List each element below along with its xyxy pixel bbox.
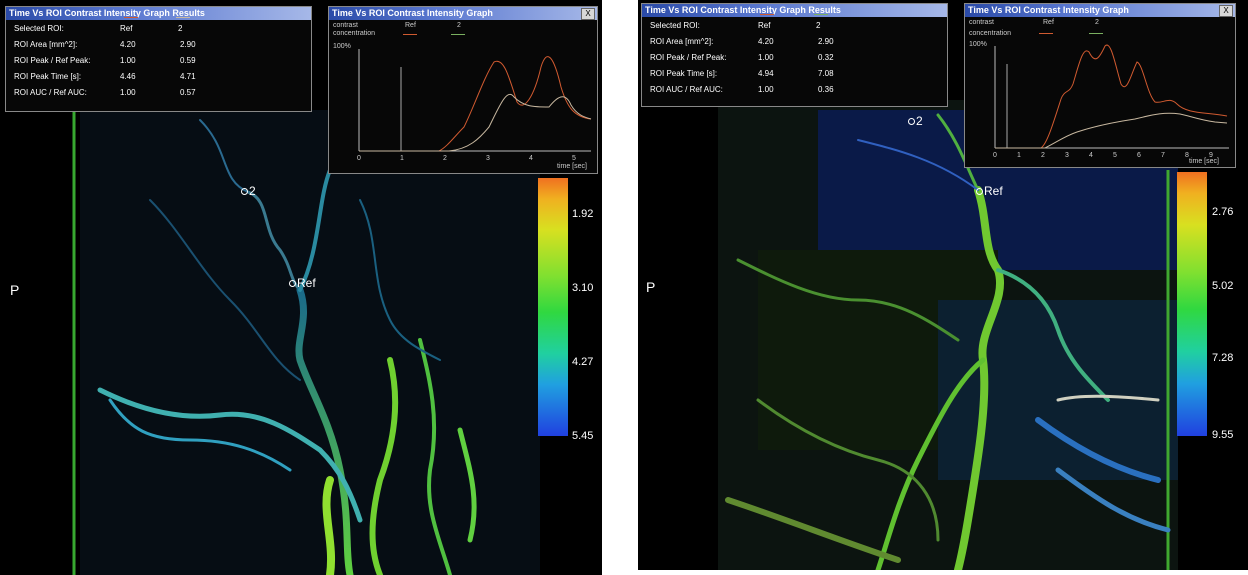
row-label: ROI Peak Time [s]: [14, 72, 82, 81]
roi-point-icon [976, 188, 983, 196]
roi-results-table: Selected ROI: Ref 2 ROI Area [mm^2]: 4.2… [642, 14, 947, 98]
results-panel-title[interactable]: Time Vs ROI Contrast Intensity Graph Res… [6, 7, 311, 20]
orientation-label: P [10, 282, 20, 298]
roi2-curve [995, 112, 1228, 149]
ref-value: 4.20 [758, 37, 774, 46]
roi-results-panel[interactable]: Time Vs ROI Contrast Intensity Graph Res… [641, 3, 948, 107]
color-scale-label: 5.02 [1212, 280, 1234, 292]
x-tick-label: 4 [1089, 152, 1093, 159]
x-tick-label: 6 [1137, 152, 1141, 159]
color-scale-label: 7.28 [1212, 352, 1234, 364]
results-panel-title[interactable]: Time Vs ROI Contrast Intensity Graph Res… [642, 4, 947, 17]
roi-point-icon [908, 118, 915, 126]
selected-roi-label: Selected ROI: [14, 24, 64, 33]
color-scale-label: 3.10 [572, 282, 594, 294]
ref-value: 1.00 [758, 85, 774, 94]
row-label: ROI Area [mm^2]: [650, 37, 714, 46]
table-row: ROI Area [mm^2]: 4.20 2.90 [6, 37, 311, 53]
x-tick-label: 2 [443, 155, 447, 162]
selected-roi-label: Selected ROI: [650, 21, 700, 30]
color-scale-bar [538, 178, 568, 436]
row-label: ROI AUC / Ref AUC: [14, 88, 87, 97]
roi-point-icon [289, 280, 296, 288]
column-ref: Ref [120, 24, 133, 33]
roi2-value: 7.08 [818, 69, 834, 78]
roi-marker-ref[interactable]: Ref [976, 184, 1003, 198]
roi2-legend-swatch [176, 17, 190, 18]
roi-results-panel[interactable]: Time Vs ROI Contrast Intensity Graph Res… [5, 6, 312, 112]
x-axis-label: time [sec] [1189, 158, 1219, 165]
roi2-value: 0.57 [180, 88, 196, 97]
table-row: ROI Peak / Ref Peak: 1.00 0.32 [642, 50, 947, 66]
row-label: ROI Peak Time [s]: [650, 69, 718, 78]
x-tick-label: 3 [486, 155, 490, 162]
table-row: ROI Peak / Ref Peak: 1.00 0.59 [6, 53, 311, 69]
ref-value: 1.00 [120, 56, 136, 65]
roi-marker-ref[interactable]: Ref [289, 276, 316, 290]
column-roi2: 2 [816, 21, 821, 30]
intensity-graph-panel[interactable]: Time Vs ROI Contrast Intensity Graph X c… [964, 3, 1236, 168]
color-scale-label: 5.45 [572, 430, 594, 442]
right-angiography-viewport[interactable]: P 2 Ref 2.76 5.02 7.28 9.55 Time Vs ROI … [638, 0, 1248, 570]
x-tick-label: 0 [993, 152, 997, 159]
ref-value: 1.00 [120, 88, 136, 97]
roi2-value: 0.32 [818, 53, 834, 62]
x-tick-label: 5 [1113, 152, 1117, 159]
column-roi2: 2 [178, 24, 183, 33]
orientation-label: P [646, 279, 656, 295]
table-row: ROI Peak Time [s]: 4.46 4.71 [6, 69, 311, 85]
roi2-legend-swatch [814, 14, 828, 15]
roi-marker-label: 2 [249, 184, 256, 198]
roi-marker-label: Ref [984, 184, 1003, 198]
x-axis-label: time [sec] [557, 163, 587, 170]
intensity-curve-plot [994, 44, 1229, 149]
roi-marker-2[interactable]: 2 [241, 184, 256, 198]
color-scale-bar [1177, 172, 1207, 436]
ref-value: 4.94 [758, 69, 774, 78]
roi2-value: 2.90 [180, 40, 196, 49]
roi2-value: 2.90 [818, 37, 834, 46]
x-tick-label: 0 [357, 155, 361, 162]
color-scale-label: 1.92 [572, 208, 594, 220]
color-scale-label: 2.76 [1212, 206, 1234, 218]
ref-value: 4.20 [120, 40, 136, 49]
x-tick-label: 7 [1161, 152, 1165, 159]
ref-curve [995, 44, 1228, 149]
x-tick-label: 1 [400, 155, 404, 162]
x-tick-label: 2 [1041, 152, 1045, 159]
table-header-row: Selected ROI: Ref 2 [642, 14, 947, 34]
x-tick-label: 5 [572, 155, 576, 162]
table-row: ROI Peak Time [s]: 4.94 7.08 [642, 66, 947, 82]
color-scale-label: 4.27 [572, 356, 594, 368]
roi-point-icon [241, 188, 248, 196]
row-label: ROI AUC / Ref AUC: [650, 85, 723, 94]
ref-value: 4.46 [120, 72, 136, 81]
row-label: ROI Peak / Ref Peak: [14, 56, 91, 65]
x-tick-label: 1 [1017, 152, 1021, 159]
row-label: ROI Area [mm^2]: [14, 40, 78, 49]
roi2-value: 0.59 [180, 56, 196, 65]
roi2-value: 4.71 [180, 72, 196, 81]
roi-marker-label: 2 [916, 114, 923, 128]
ref-value: 1.00 [758, 53, 774, 62]
x-tick-label: 4 [529, 155, 533, 162]
row-label: ROI Peak / Ref Peak: [650, 53, 727, 62]
table-header-row: Selected ROI: Ref 2 [6, 17, 311, 37]
ref-legend-swatch [124, 17, 138, 18]
ref-legend-swatch [760, 14, 774, 15]
roi2-value: 0.36 [818, 85, 834, 94]
intensity-graph-panel[interactable]: Time Vs ROI Contrast Intensity Graph X c… [328, 6, 598, 174]
intensity-curve-plot [358, 49, 592, 152]
table-row: ROI AUC / Ref AUC: 1.00 0.57 [6, 85, 311, 101]
left-angiography-viewport[interactable]: P 2 Ref 1.92 3.10 4.27 5.45 Time Vs ROI … [0, 0, 602, 575]
roi-results-table: Selected ROI: Ref 2 ROI Area [mm^2]: 4.2… [6, 17, 311, 101]
roi-marker-label: Ref [297, 276, 316, 290]
color-scale-label: 9.55 [1212, 429, 1234, 441]
column-ref: Ref [758, 21, 771, 30]
ref-curve [359, 56, 592, 152]
table-row: ROI AUC / Ref AUC: 1.00 0.36 [642, 82, 947, 98]
roi-marker-2[interactable]: 2 [908, 114, 923, 128]
x-tick-label: 3 [1065, 152, 1069, 159]
table-row: ROI Area [mm^2]: 4.20 2.90 [642, 34, 947, 50]
